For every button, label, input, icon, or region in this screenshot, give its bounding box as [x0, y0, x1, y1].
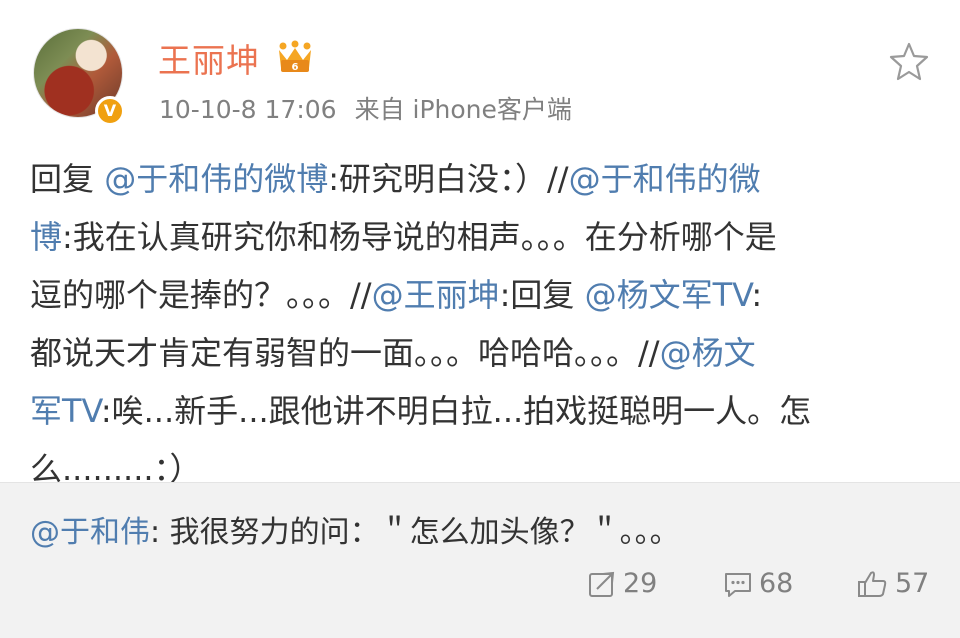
- post-text-line: 军TV:唉...新手...跟他讲不明白拉...拍戏挺聪明一人。怎: [30, 382, 930, 440]
- post-source[interactable]: 来自 iPhone客户端: [355, 95, 572, 124]
- post-text: :我在认真研究你和杨导说的相声。。。在分析哪个是: [62, 218, 777, 256]
- repost-text: @于和伟: 我很努力的问：＂怎么加头像？＂。。。: [30, 507, 680, 551]
- forward-count: 29: [623, 568, 658, 599]
- mention-link[interactable]: @王丽坤: [372, 276, 500, 314]
- post-text: 都说天才肯定有弱智的一面。。。哈哈哈。。。//: [30, 334, 660, 372]
- like-count: 57: [895, 568, 930, 599]
- comment-button[interactable]: 68: [723, 568, 793, 599]
- forward-button[interactable]: 29: [587, 568, 657, 599]
- mention-link[interactable]: @于和伟的微博: [104, 160, 328, 198]
- repost-author-link[interactable]: @于和伟: [30, 515, 150, 550]
- post-text: :唉...新手...跟他讲不明白拉...拍戏挺聪明一人。怎: [100, 392, 812, 430]
- action-bar: 29 68 57: [0, 568, 960, 608]
- repost-box[interactable]: @于和伟: 我很努力的问：＂怎么加头像？＂。。。 29 68 57: [0, 482, 960, 638]
- forward-icon: [589, 571, 615, 597]
- avatar-container[interactable]: V: [33, 28, 125, 126]
- post-text: :回复: [499, 276, 585, 314]
- star-icon[interactable]: [888, 40, 930, 82]
- post-text-line: 都说天才肯定有弱智的一面。。。哈哈哈。。。//@杨文: [30, 324, 930, 382]
- username[interactable]: 王丽坤: [158, 34, 260, 82]
- post-text-line: 逗的哪个是捧的？。。。//@王丽坤:回复 @杨文军TV:: [30, 266, 930, 324]
- post-text-line: 回复 @于和伟的微博:研究明白没：）//@于和伟的微: [30, 150, 930, 208]
- post-meta: 10-10-8 17:06 来自 iPhone客户端: [159, 90, 572, 126]
- post-text: 逗的哪个是捧的？。。。//: [30, 276, 372, 314]
- repost-body: : 我很努力的问：＂怎么加头像？＂。。。: [150, 515, 680, 550]
- mention-link[interactable]: 博: [30, 218, 62, 256]
- post-header: V 王丽坤 6 10-10-8 17:06 来自 iPhone客户端: [0, 0, 960, 150]
- crown-vip-icon[interactable]: 6: [275, 40, 315, 76]
- post-content: 回复 @于和伟的微博:研究明白没：）//@于和伟的微 博:我在认真研究你和杨导说的…: [30, 150, 930, 498]
- post-text: :: [751, 276, 763, 314]
- svg-text:6: 6: [292, 62, 299, 73]
- post-text: :研究明白没：）//: [328, 160, 569, 198]
- timestamp[interactable]: 10-10-8 17:06: [159, 95, 337, 124]
- thumbs-up-icon: [858, 570, 887, 597]
- mention-link[interactable]: 军TV: [30, 392, 101, 430]
- post-text: 回复: [30, 160, 105, 198]
- comment-count: 68: [759, 568, 794, 599]
- verified-badge: V: [95, 96, 125, 126]
- mention-link[interactable]: @杨文军TV: [585, 276, 752, 314]
- post-text-line: 博:我在认真研究你和杨导说的相声。。。在分析哪个是: [30, 208, 930, 266]
- mention-link[interactable]: @于和伟的微: [569, 160, 761, 198]
- like-button[interactable]: 57: [857, 568, 929, 599]
- mention-link[interactable]: @杨文: [660, 334, 756, 372]
- comment-icon: [725, 572, 751, 597]
